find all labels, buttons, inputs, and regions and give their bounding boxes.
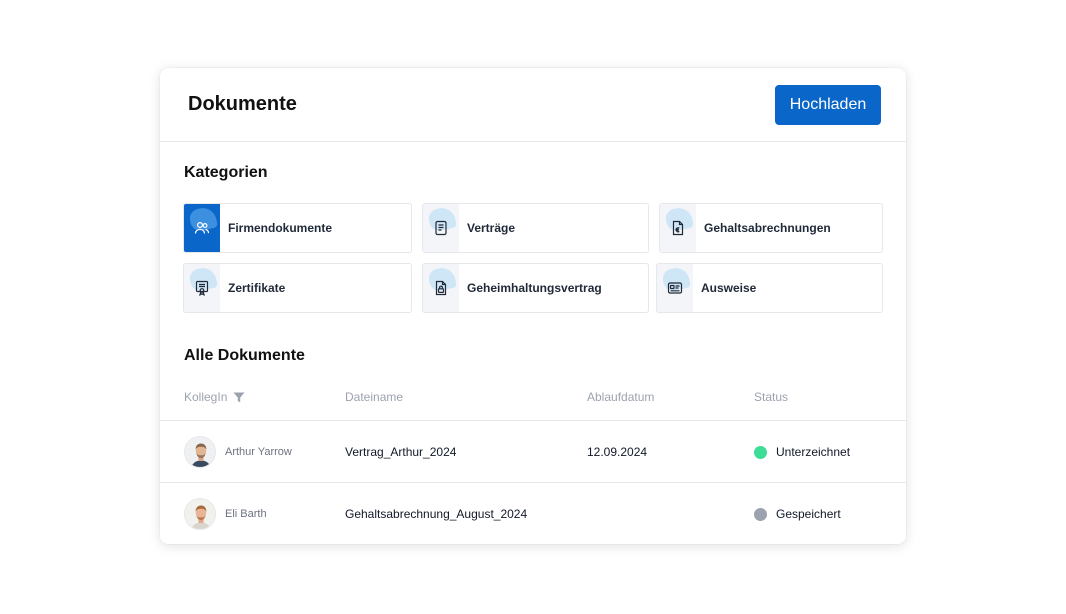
expiry-cell: 12.09.2024 (587, 445, 648, 459)
category-label: Ausweise (701, 281, 757, 295)
payslip-icon (672, 220, 684, 236)
category-firmendokumente[interactable]: Firmendokumente (183, 203, 412, 253)
column-header-filename: Dateiname (345, 390, 403, 404)
category-label: Verträge (467, 221, 516, 235)
documents-card: Dokumente Hochladen Kategorien Firmendok… (160, 68, 906, 544)
filter-icon[interactable] (233, 392, 245, 403)
status-cell: Unterzeichnet (754, 421, 850, 483)
colleague-cell: Eli Barth (184, 483, 267, 544)
column-header-label: KollegIn (184, 390, 228, 404)
avatar (184, 436, 216, 468)
category-icon-box (423, 264, 459, 312)
card-header: Dokumente Hochladen (160, 68, 906, 142)
category-icon-box (184, 264, 220, 312)
table-row[interactable]: Eli Barth Gehaltsabrechnung_August_2024 … (160, 482, 906, 544)
category-label: Gehaltsabrechnungen (704, 221, 831, 235)
filename-cell[interactable]: Gehaltsabrechnung_August_2024 (345, 483, 527, 544)
column-header-colleague[interactable]: KollegIn (184, 390, 245, 404)
category-icon-box (184, 204, 220, 252)
upload-button[interactable]: Hochladen (775, 84, 881, 125)
category-ausweise[interactable]: Ausweise (656, 263, 883, 313)
column-header-expiry: Ablaufdatum (587, 390, 654, 404)
colleague-cell: Arthur Yarrow (184, 421, 292, 483)
status-badge: Gespeichert (776, 507, 841, 521)
category-label: Zertifikate (228, 281, 286, 295)
certificate-icon (195, 280, 209, 296)
category-zertifikate[interactable]: Zertifikate (183, 263, 412, 313)
status-cell: Gespeichert (754, 483, 841, 544)
category-geheimhaltungsvertrag[interactable]: Geheimhaltungsvertrag (422, 263, 649, 313)
filename-cell[interactable]: Vertrag_Arthur_2024 (345, 421, 456, 483)
document-icon (435, 220, 447, 236)
status-dot (754, 445, 767, 459)
status-dot (754, 507, 767, 521)
category-gehaltsabrechnungen[interactable]: Gehaltsabrechnungen (659, 203, 883, 253)
page-title: Dokumente (188, 93, 297, 115)
categories-title: Kategorien (184, 164, 268, 181)
lock-document-icon (435, 280, 447, 296)
id-card-icon (667, 282, 683, 294)
category-icon-box (660, 204, 696, 252)
column-header-status: Status (754, 390, 788, 404)
column-header-label: Status (754, 390, 789, 404)
category-icon-box (423, 204, 459, 252)
category-label: Geheimhaltungsvertrag (467, 281, 602, 295)
table-row[interactable]: Arthur Yarrow Vertrag_Arthur_2024 12.09.… (160, 420, 906, 482)
colleague-name: Arthur Yarrow (225, 446, 292, 458)
category-label: Firmendokumente (228, 221, 333, 235)
all-documents-title: Alle Dokumente (184, 347, 305, 364)
column-header-label: Ablaufdatum (587, 390, 655, 404)
category-vertraege[interactable]: Verträge (422, 203, 649, 253)
avatar (184, 498, 216, 530)
colleague-name: Eli Barth (225, 508, 267, 520)
people-icon (194, 221, 210, 234)
status-badge: Unterzeichnet (776, 445, 851, 459)
column-header-label: Dateiname (345, 390, 404, 404)
category-icon-box (657, 264, 693, 312)
